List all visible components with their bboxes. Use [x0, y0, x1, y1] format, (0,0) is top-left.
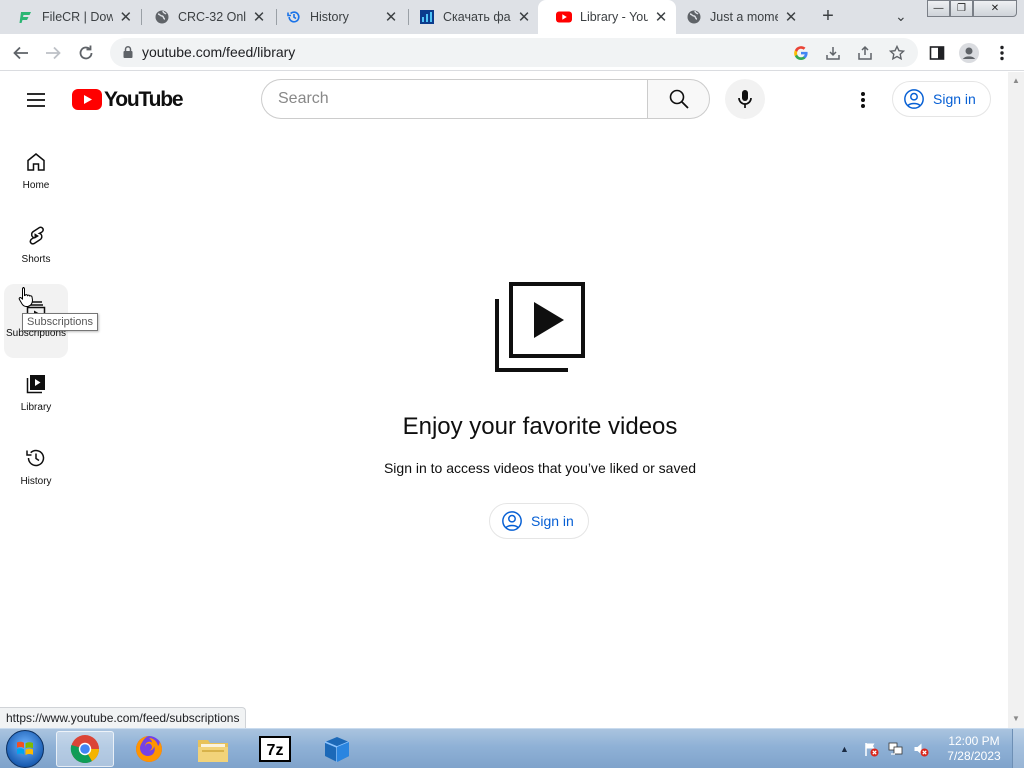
windows-taskbar: 7z ▲ 12:00 PM 7/28/2023 — [0, 728, 1024, 768]
side-panel-button[interactable] — [926, 42, 948, 64]
tab-title: Скачать фай — [443, 10, 512, 24]
show-desktop-button[interactable] — [1012, 729, 1024, 768]
show-hidden-icons-button[interactable]: ▲ — [840, 744, 849, 754]
account-circle-icon — [502, 511, 522, 531]
new-tab-button[interactable]: + — [816, 5, 840, 29]
install-icon[interactable] — [824, 44, 842, 62]
tab-just-a-moment[interactable]: Just a mome ✕ — [668, 0, 806, 34]
share-icon[interactable] — [856, 44, 874, 62]
profile-button[interactable] — [958, 42, 980, 64]
taskbar-chrome[interactable] — [56, 731, 114, 767]
close-tab-icon[interactable]: ✕ — [517, 8, 531, 26]
scroll-up-arrow-icon[interactable]: ▲ — [1012, 76, 1020, 85]
tab-history[interactable]: History ✕ — [268, 0, 406, 34]
start-button[interactable] — [6, 730, 44, 768]
google-icon[interactable] — [792, 44, 810, 62]
kebab-menu-icon — [1000, 45, 1004, 61]
back-button[interactable] — [9, 41, 33, 65]
system-tray: ▲ — [840, 729, 938, 768]
maximize-button[interactable]: ❐ — [950, 0, 973, 17]
virtualbox-icon — [324, 737, 350, 762]
window-controls: — ❐ ✕ — [927, 0, 1017, 18]
folder-icon — [198, 740, 228, 762]
signin-label: Sign in — [531, 513, 574, 529]
tab-title: History — [310, 10, 349, 24]
chrome-menu-button[interactable] — [991, 42, 1013, 64]
tab-title: FileCR | Dow — [42, 10, 113, 24]
side-panel-icon — [929, 46, 945, 60]
windows-logo-icon — [17, 741, 33, 755]
action-center-flag-icon[interactable] — [863, 741, 879, 757]
taskbar-clock[interactable]: 12:00 PM 7/28/2023 — [940, 734, 1008, 764]
tab-strip: FileCR | Dow ✕ CRC-32 Onlin ✕ History ✕ … — [0, 0, 1024, 34]
tab-title: Just a mome — [710, 10, 779, 24]
link-status-bubble: https://www.youtube.com/feed/subscriptio… — [0, 707, 247, 728]
tab-youtube-library[interactable]: Library - You ✕ — [538, 0, 676, 34]
library-illustration-icon — [495, 282, 585, 372]
tab-search-button[interactable]: ⌄ — [895, 8, 907, 25]
taskbar-explorer[interactable] — [184, 731, 242, 767]
tab-download-site[interactable]: Скачать фай ✕ — [401, 0, 539, 34]
browser-toolbar: youtube.com/feed/library — [0, 34, 1024, 71]
page-scrollbar[interactable]: ▲ ▼ — [1008, 72, 1024, 728]
profile-avatar-icon — [959, 43, 979, 63]
clock-time: 12:00 PM — [948, 734, 1000, 748]
signin-button-main[interactable]: Sign in — [489, 503, 589, 539]
chrome-icon — [70, 735, 99, 763]
site-icon — [419, 9, 435, 25]
minimize-button[interactable]: — — [927, 0, 950, 17]
screen: FileCR | Dow ✕ CRC-32 Onlin ✕ History ✕ … — [0, 0, 1024, 768]
7zip-label: 7z — [267, 742, 284, 759]
close-tab-icon[interactable]: ✕ — [654, 8, 668, 26]
reload-button[interactable] — [74, 41, 98, 65]
empty-state-subtitle: Sign in to access videos that you’ve lik… — [383, 460, 697, 476]
back-arrow-icon — [13, 46, 28, 60]
url-text: youtube.com/feed/library — [142, 44, 296, 60]
volume-muted-icon[interactable] — [913, 741, 929, 757]
tab-title: Library - You — [580, 10, 649, 24]
close-tab-icon[interactable]: ✕ — [252, 8, 266, 26]
tab-crc32[interactable]: CRC-32 Onlin ✕ — [136, 0, 274, 34]
history-icon — [286, 9, 302, 25]
youtube-icon — [556, 9, 572, 25]
firefox-icon — [136, 736, 162, 762]
forward-arrow-icon — [46, 46, 61, 60]
taskbar-virtualbox[interactable] — [308, 731, 366, 767]
clock-date: 7/28/2023 — [947, 749, 1001, 763]
network-icon[interactable] — [888, 741, 904, 757]
tab-filecr[interactable]: FileCR | Dow ✕ — [0, 0, 141, 34]
youtube-page: YouTube Sign in Home — [0, 72, 1008, 728]
empty-state-title: Enjoy your favorite videos — [402, 413, 678, 440]
omnibox[interactable]: youtube.com/feed/library — [110, 38, 918, 67]
taskbar-7zip[interactable]: 7z — [246, 731, 304, 767]
reload-icon — [79, 45, 93, 60]
taskbar-firefox[interactable] — [120, 731, 178, 767]
scroll-down-arrow-icon[interactable]: ▼ — [1012, 714, 1020, 723]
7zip-icon: 7z — [259, 736, 291, 762]
library-empty-state: Enjoy your favorite videos Sign in to ac… — [0, 72, 1008, 728]
tab-title: CRC-32 Onlin — [178, 10, 247, 24]
globe-icon — [154, 9, 170, 25]
close-tab-icon[interactable]: ✕ — [119, 8, 133, 26]
lock-icon — [123, 46, 133, 58]
forward-button[interactable] — [41, 41, 65, 65]
globe-icon — [686, 9, 702, 25]
bookmark-star-icon[interactable] — [888, 44, 906, 62]
filecr-icon — [18, 9, 34, 25]
close-window-button[interactable]: ✕ — [973, 0, 1017, 17]
close-tab-icon[interactable]: ✕ — [784, 8, 798, 26]
close-tab-icon[interactable]: ✕ — [384, 8, 398, 26]
